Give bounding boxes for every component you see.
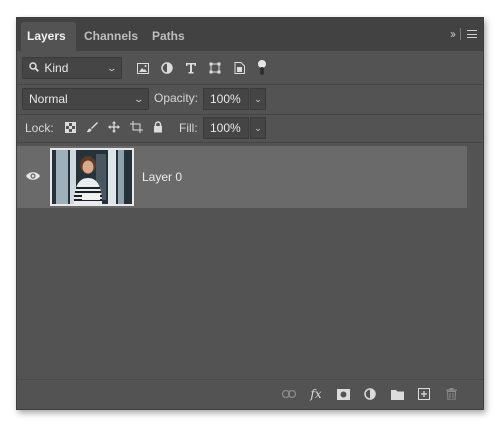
lock-label: Lock: [25,121,54,135]
tab-channels[interactable]: Channels [78,22,142,51]
filter-kind-select[interactable]: Kind ⌄ [22,57,122,79]
smart-object-filter-icon[interactable] [231,60,247,76]
fill-input[interactable]: 100% [203,117,249,139]
new-layer-icon[interactable] [416,386,432,402]
filter-row: Kind ⌄ [17,57,483,83]
opacity-input[interactable]: 100% [203,88,249,110]
eye-icon[interactable] [25,170,41,182]
filter-toggle-icon[interactable] [257,60,267,76]
chevron-down-icon: ⌄ [133,94,145,104]
blend-mode-value: Normal [29,92,68,106]
divider [17,84,483,85]
link-layers-icon[interactable] [281,386,297,402]
type-filter-icon[interactable] [183,60,199,76]
blend-mode-select[interactable]: Normal ⌄ [22,88,149,110]
lock-row: Lock: Fill: 100% ⌄ [17,117,483,140]
tab-paths[interactable]: Paths [146,22,190,51]
layer-name: Layer 0 [142,170,183,184]
lock-icons [62,119,166,135]
chevron-down-icon: ⌄ [254,94,262,104]
search-icon [29,60,41,80]
panel-tab-bar: Layers Channels Paths ›› [17,18,483,51]
lock-all-icon[interactable] [150,119,166,135]
adjustment-filter-icon[interactable] [159,60,175,76]
chevron-down-icon: ⌄ [254,123,262,133]
filter-kind-label: Kind [44,61,69,75]
lock-image-pixels-icon[interactable] [84,119,100,135]
chevron-down-icon: ⌄ [106,63,118,73]
filter-icons [135,60,267,76]
panel-menu-icon[interactable] [467,30,477,38]
bottom-icons: fx [281,386,459,402]
tabbar-controls: ›› [450,27,477,41]
fill-dropdown-button[interactable]: ⌄ [250,117,266,139]
layers-panel: Layers Channels Paths ›› Kind ⌄ Normal ⌄… [16,17,484,410]
layer-list-scrollbar[interactable] [467,146,481,378]
opacity-label: Opacity: [154,91,199,105]
lock-artboard-icon[interactable] [128,119,144,135]
layer-row[interactable]: Layer 0 [17,146,467,208]
layer-thumbnail [50,148,134,206]
opacity-dropdown-button[interactable]: ⌄ [250,88,266,110]
divider [17,114,483,115]
divider [460,28,461,40]
bottom-toolbar: fx [17,379,483,409]
new-group-icon[interactable] [389,386,405,402]
lock-transparent-pixels-icon[interactable] [62,119,78,135]
divider [17,142,483,143]
blend-row: Normal ⌄ Opacity: 100% ⌄ [17,88,483,112]
lock-position-icon[interactable] [106,119,122,135]
shape-filter-icon[interactable] [207,60,223,76]
add-mask-icon[interactable] [335,386,351,402]
double-chevron-right-icon[interactable]: ›› [450,27,456,41]
pixel-layer-filter-icon[interactable] [135,60,151,76]
delete-layer-icon[interactable] [443,386,459,402]
fill-label: Fill: [179,121,198,135]
tab-layers[interactable]: Layers [21,22,76,51]
fx-icon[interactable]: fx [308,386,324,402]
adjustment-layer-icon[interactable] [362,386,378,402]
layer-list: Layer 0 [17,146,483,378]
